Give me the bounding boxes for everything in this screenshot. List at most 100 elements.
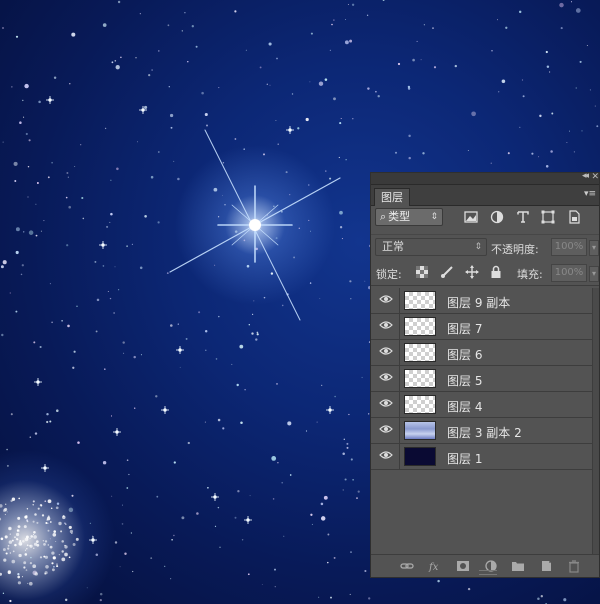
star [350, 298, 352, 300]
new-layer-icon[interactable] [539, 559, 553, 573]
layer-name[interactable]: 图层 1 [447, 450, 482, 467]
visibility-eye-icon[interactable] [375, 292, 397, 309]
star [205, 349, 207, 352]
layer-name[interactable]: 图层 9 副本 [447, 294, 510, 311]
visibility-eye-icon[interactable] [375, 344, 397, 361]
sparkle [58, 521, 62, 526]
type-filter-icon[interactable] [515, 209, 531, 225]
layers-panel: ◂◂ ✕ 图层 ▾≡ ⌕ 类型 ⇕ 正常 ⇕ 不透明度: 100% ▾ 锁定: … [370, 171, 600, 578]
star [56, 563, 58, 566]
shape-filter-icon[interactable] [540, 209, 556, 225]
sparkle [19, 540, 22, 543]
sparkle [23, 566, 26, 569]
star [256, 331, 259, 334]
star [546, 65, 550, 69]
star [102, 460, 107, 465]
visibility-eye-icon[interactable] [375, 370, 397, 387]
image-filter-icon[interactable] [463, 209, 479, 225]
opacity-dropdown-icon[interactable]: ▾ [589, 240, 599, 256]
visibility-eye-icon[interactable] [375, 396, 397, 413]
star [47, 176, 50, 179]
layer-row[interactable]: 图层 6 [371, 340, 594, 366]
star [191, 25, 194, 28]
sparkle [23, 561, 27, 565]
sparkle [47, 529, 50, 532]
star [407, 87, 411, 90]
star [377, 95, 380, 98]
adjustment-filter-icon[interactable] [489, 209, 505, 225]
layer-name[interactable]: 图层 3 副本 2 [447, 424, 522, 441]
layer-name[interactable]: 图层 4 [447, 398, 482, 415]
star [77, 441, 80, 444]
layer-row[interactable]: 图层 5 [371, 366, 594, 392]
lock-position-icon[interactable] [464, 265, 479, 279]
star [61, 319, 63, 322]
sparkle [17, 525, 21, 528]
star [19, 121, 22, 124]
close-panel-icon[interactable]: ✕ [591, 172, 599, 182]
sparkle [32, 564, 37, 569]
visibility-eye-icon[interactable] [375, 318, 397, 335]
link-layers-icon[interactable] [400, 559, 414, 573]
lock-image-pixels-icon[interactable] [440, 265, 454, 279]
star [348, 413, 350, 416]
star [569, 130, 570, 132]
sparkle [16, 532, 20, 537]
panel-title-bar[interactable]: ◂◂ ✕ [371, 171, 599, 185]
panel-tab-row: 图层 ▾≡ [371, 185, 599, 206]
sparkle [71, 532, 73, 534]
fill-field[interactable]: 100% [551, 264, 587, 282]
layer-name[interactable]: 图层 6 [447, 346, 482, 363]
star [104, 368, 106, 370]
layer-row[interactable]: 图层 9 副本 [371, 288, 594, 314]
visibility-eye-icon[interactable] [375, 422, 397, 439]
layer-row[interactable]: 图层 7 [371, 314, 594, 340]
visibility-eye-icon[interactable] [375, 448, 397, 465]
collapse-panel-icon[interactable]: ◂◂ [582, 171, 589, 181]
star [467, 587, 471, 591]
panel-resize-grip[interactable] [479, 570, 497, 575]
star [276, 383, 278, 385]
star [35, 234, 38, 237]
star [113, 312, 115, 314]
smart-object-filter-icon[interactable] [566, 209, 582, 225]
layer-name[interactable]: 图层 7 [447, 320, 482, 337]
opacity-field[interactable]: 100% [551, 238, 587, 256]
star [344, 478, 347, 481]
new-group-icon[interactable] [511, 559, 525, 573]
delete-layer-icon[interactable] [567, 559, 581, 573]
layer-list-scrollbar[interactable] [592, 288, 599, 558]
star [27, 196, 29, 198]
tab-layers[interactable]: 图层 [374, 188, 410, 206]
layer-row[interactable]: 图层 3 副本 2 [371, 418, 594, 444]
blend-mode-select[interactable]: 正常 ⇕ [375, 238, 487, 256]
lock-transparent-pixels-icon[interactable] [415, 265, 429, 279]
layer-name[interactable]: 图层 5 [447, 372, 482, 389]
layer-row[interactable]: 图层 4 [371, 392, 594, 418]
star [157, 50, 160, 52]
fx-icon[interactable]: fx [428, 559, 442, 573]
star [248, 324, 250, 326]
star [259, 66, 262, 69]
star [573, 151, 576, 153]
svg-text:fx: fx [428, 562, 439, 573]
bright-star [89, 536, 97, 544]
sparkle [61, 557, 66, 562]
filter-kind-select[interactable]: ⌕ 类型 ⇕ [375, 208, 443, 226]
sparkle [33, 547, 35, 549]
fill-dropdown-icon[interactable]: ▾ [589, 266, 599, 282]
star [49, 283, 51, 285]
layer-row[interactable]: 图层 1 [371, 444, 594, 470]
star [273, 205, 275, 207]
lock-all-icon[interactable] [489, 265, 503, 279]
star [80, 144, 82, 146]
star [39, 345, 42, 349]
star [270, 272, 274, 275]
star [339, 226, 343, 229]
star [340, 117, 342, 120]
star [367, 87, 370, 90]
sparkle [8, 540, 13, 544]
panel-menu-icon[interactable]: ▾≡ [584, 189, 596, 199]
add-mask-icon[interactable] [456, 559, 470, 573]
star [501, 79, 506, 84]
